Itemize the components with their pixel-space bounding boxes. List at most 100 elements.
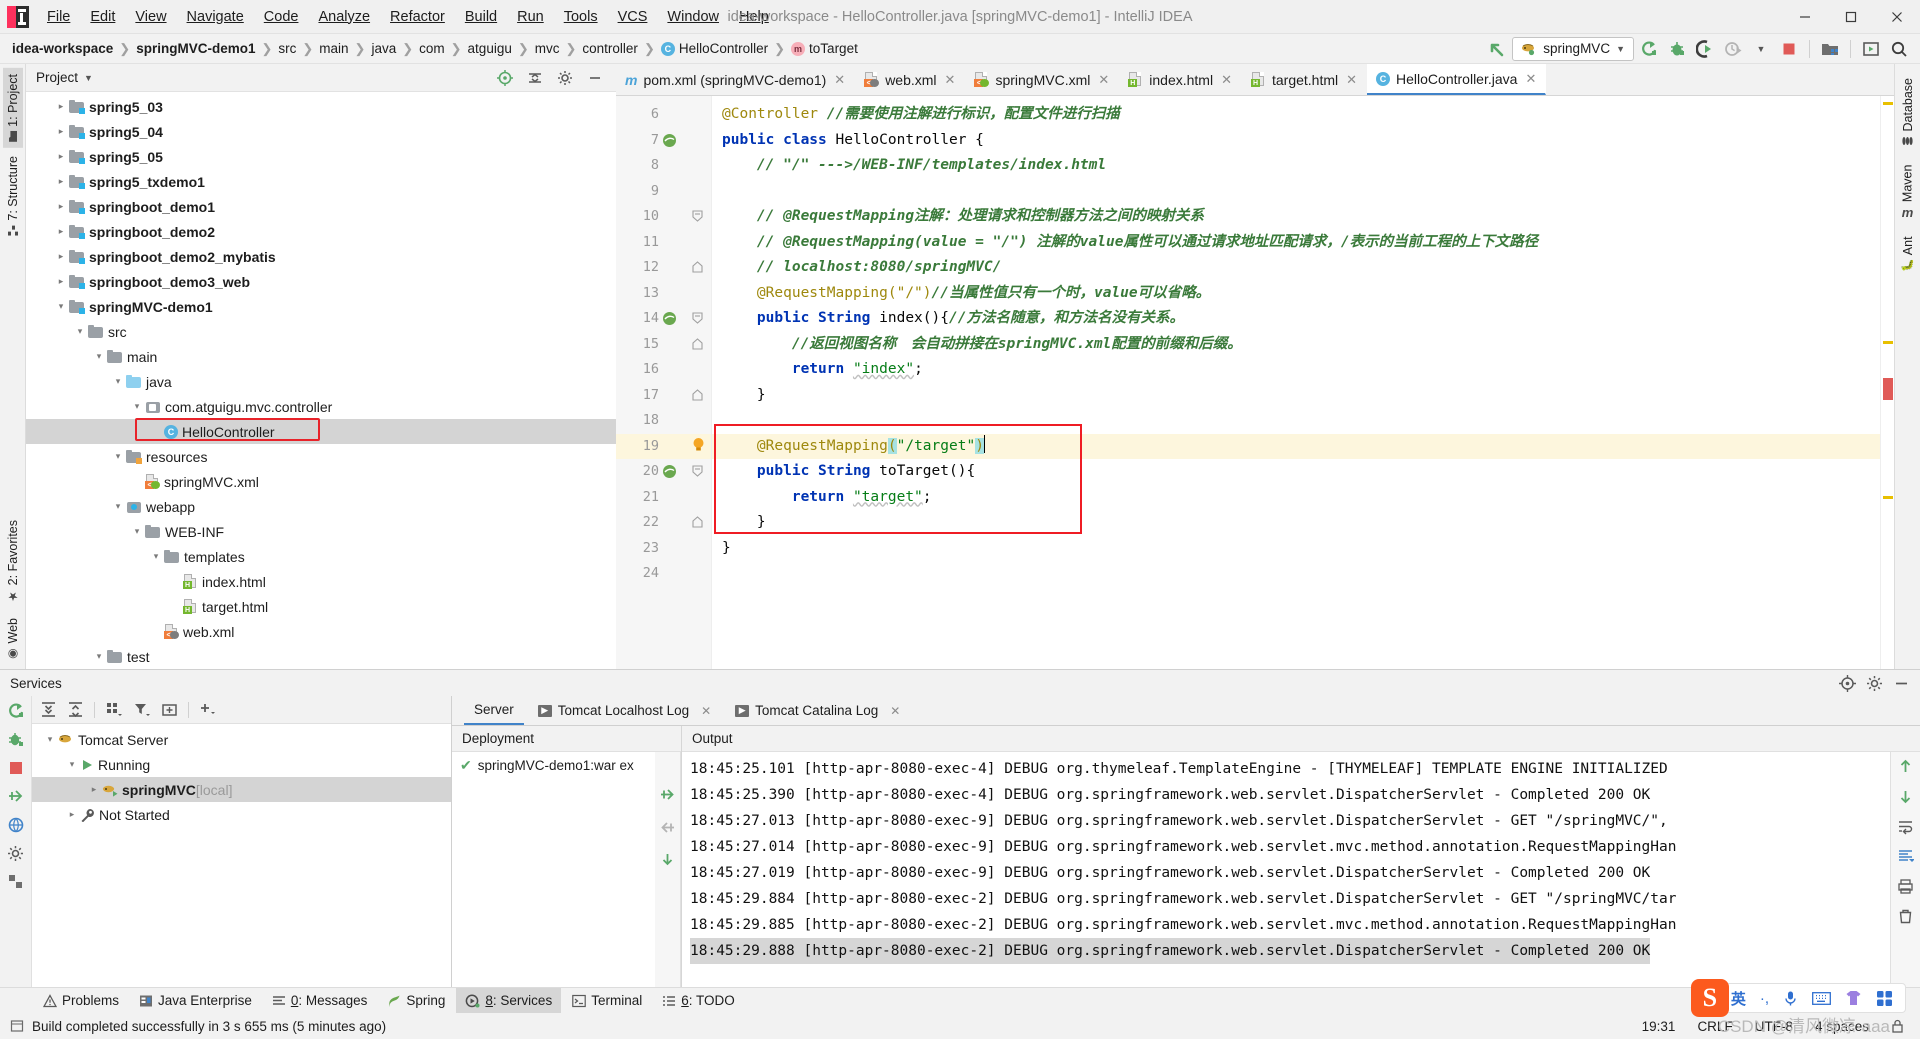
code-line[interactable]: @Controller //需要使用注解进行标识，配置文件进行扫描	[722, 102, 1120, 128]
code-line[interactable]: //返回视图名称 会自动拼接在springMVC.xml配置的前缀和后缀。	[722, 332, 1242, 358]
sidebar-item-web[interactable]: ◉ Web	[3, 612, 23, 667]
chevron-right-icon[interactable]: ▸	[53, 176, 69, 187]
fold-collapse-icon[interactable]	[692, 465, 703, 477]
tree-node-java[interactable]: ▾ java	[26, 369, 616, 394]
deploy-artifact-icon[interactable]	[659, 786, 676, 803]
chevron-right-icon[interactable]: ▸	[53, 126, 69, 137]
collapse-all-icon[interactable]	[522, 66, 548, 90]
code-line[interactable]: }	[722, 383, 766, 409]
trash-icon[interactable]	[1897, 908, 1914, 925]
marker-error[interactable]	[1883, 378, 1893, 400]
menu-window[interactable]: Window	[657, 5, 729, 29]
close-icon[interactable]: ✕	[1221, 72, 1232, 88]
chevron-down-icon[interactable]: ▾	[110, 376, 126, 387]
services-tree-node-springmvc[interactable]: ▸ springMVC [local]	[32, 777, 451, 802]
code-line[interactable]: }	[722, 510, 766, 536]
spring-bean-gutter-icon[interactable]	[662, 133, 677, 148]
gear-icon[interactable]	[1866, 675, 1883, 692]
editor-tab-web-xml[interactable]: < web.xml ✕	[855, 64, 965, 95]
deploy-icon[interactable]	[7, 873, 24, 890]
tree-node-src[interactable]: ▾ src	[26, 319, 616, 344]
microphone-icon[interactable]	[1783, 990, 1798, 1007]
scroll-up-icon[interactable]	[1897, 758, 1914, 775]
collapse-all-icon[interactable]	[67, 701, 84, 718]
rerun-icon[interactable]	[7, 702, 25, 720]
close-icon[interactable]: ✕	[1525, 71, 1536, 87]
soft-wrap-icon[interactable]	[1897, 818, 1914, 835]
apps-icon[interactable]	[1876, 990, 1893, 1007]
close-icon[interactable]: ✕	[1346, 72, 1357, 88]
tree-node-springboot-demo3-web[interactable]: ▸ springboot_demo3_web	[26, 269, 616, 294]
chevron-down-icon[interactable]: ▼	[1616, 44, 1625, 54]
tree-node-spring5-03[interactable]: ▸ spring5_03	[26, 94, 616, 119]
code-line[interactable]: // "/" --->/WEB-INF/templates/index.html	[722, 153, 1106, 179]
stop-icon[interactable]	[1776, 37, 1802, 61]
code-line[interactable]: public String index(){//方法名随意，和方法名没有关系。	[722, 306, 1184, 332]
locate-icon[interactable]	[1839, 674, 1856, 692]
debug-icon[interactable]	[7, 731, 25, 749]
status-lock-icon[interactable]	[1891, 1019, 1904, 1033]
sidebar-item-database[interactable]: Database	[1898, 72, 1918, 153]
bottom-tool-bar[interactable]: Problems Java Enterprise 0: Messages Spring…	[0, 987, 1920, 1014]
tree-node-templates[interactable]: ▾ templates	[26, 544, 616, 569]
add-tab-icon[interactable]	[161, 701, 178, 718]
code-line[interactable]: // @RequestMapping注解：处理请求和控制器方法之间的映射关系	[722, 204, 1204, 230]
services-tree-node-not-started[interactable]: ▸ Not Started	[32, 802, 451, 827]
breadcrumb-item-java[interactable]: java	[367, 39, 400, 58]
services-tab-tomcat-catalina-log[interactable]: ▶ Tomcat Catalina Log ✕	[725, 696, 910, 725]
editor-tab-springmvc-xml[interactable]: < springMVC.xml ✕	[965, 64, 1119, 95]
sidebar-item-structure[interactable]: 7: Structure	[3, 150, 23, 242]
services-tree-node-tomcat-server[interactable]: ▾ Tomcat Server	[32, 727, 451, 752]
fold-collapse-icon[interactable]	[692, 312, 703, 324]
code-text[interactable]: @Controller //需要使用注解进行标识，配置文件进行扫描 public …	[712, 96, 1880, 669]
tree-node-com-atguigu-mvc-controller[interactable]: ▾ com.atguigu.mvc.controller	[26, 394, 616, 419]
code-line[interactable]: }	[722, 536, 731, 562]
services-tab-bar[interactable]: Server ▶ Tomcat Localhost Log ✕ ▶ Tomcat Cata…	[452, 696, 1920, 726]
code-line[interactable]: // @RequestMapping(value = "/") 注解的value…	[722, 230, 1538, 256]
chevron-right-icon[interactable]: ▸	[53, 101, 69, 112]
marker-warning[interactable]	[1883, 102, 1893, 105]
chevron-right-icon[interactable]: ▸	[53, 201, 69, 212]
close-icon[interactable]: ✕	[701, 704, 711, 718]
fold-end-icon[interactable]	[692, 516, 703, 528]
chevron-right-icon[interactable]: ▸	[64, 809, 80, 820]
breadcrumb-item-springmvc-demo1[interactable]: springMVC-demo1	[132, 39, 259, 58]
chevron-right-icon[interactable]: ▸	[53, 251, 69, 262]
editor-gutter[interactable]: 6 7 8 9 10 11 12 13 14 15 16 17 18 19 20 21 22 23 24	[616, 96, 712, 669]
chevron-down-icon[interactable]: ▼	[84, 73, 93, 83]
breadcrumb-item-totarget[interactable]: m toTarget	[787, 39, 862, 58]
services-tab-tomcat-localhost-log[interactable]: ▶ Tomcat Localhost Log ✕	[528, 696, 721, 725]
sogou-logo-icon[interactable]: S	[1690, 979, 1729, 1017]
bottom-tab-terminal[interactable]: Terminal	[563, 988, 651, 1014]
bottom-tab-spring[interactable]: Spring	[378, 988, 454, 1014]
menu-tools[interactable]: Tools	[554, 5, 608, 29]
browser-icon[interactable]	[7, 816, 25, 834]
fold-end-icon[interactable]	[692, 388, 703, 401]
group-by-icon[interactable]	[105, 701, 123, 718]
breadcrumb[interactable]: idea-workspace ❯ springMVC-demo1 ❯ src ❯…	[8, 39, 862, 58]
settings-icon[interactable]	[7, 845, 24, 862]
bottom-tab-todo[interactable]: 6: TODO	[653, 988, 744, 1014]
code-line[interactable]: @RequestMapping("/target")	[722, 434, 985, 460]
stop-icon[interactable]	[8, 760, 24, 776]
chevron-down-icon[interactable]: ▾	[129, 526, 145, 537]
menu-view[interactable]: View	[125, 5, 176, 29]
code-line[interactable]: return "target";	[722, 485, 932, 511]
menu-vcs[interactable]: VCS	[608, 5, 658, 29]
marker-warning[interactable]	[1883, 496, 1893, 499]
chevron-down-icon[interactable]: ▾	[72, 326, 88, 337]
close-icon[interactable]: ✕	[1098, 72, 1109, 88]
update-app-icon[interactable]	[1858, 37, 1884, 61]
chevron-down-icon[interactable]: ▾	[129, 401, 145, 412]
sidebar-item-favorites[interactable]: ★ 2: Favorites	[3, 514, 23, 609]
tree-node-test[interactable]: ▾ test	[26, 644, 616, 669]
tree-node-main[interactable]: ▾ main	[26, 344, 616, 369]
chevron-right-icon[interactable]: ▸	[53, 226, 69, 237]
chevron-down-icon[interactable]: ▾	[53, 301, 69, 312]
chevron-down-icon[interactable]: ▾	[110, 451, 126, 462]
bottom-tab-problems[interactable]: Problems	[34, 988, 128, 1014]
bottom-tab-messages[interactable]: 0: Messages	[263, 988, 377, 1014]
fold-end-icon[interactable]	[692, 261, 703, 273]
close-icon[interactable]: ✕	[890, 704, 900, 718]
breadcrumb-item-hellocontroller[interactable]: C HelloController	[657, 39, 772, 58]
